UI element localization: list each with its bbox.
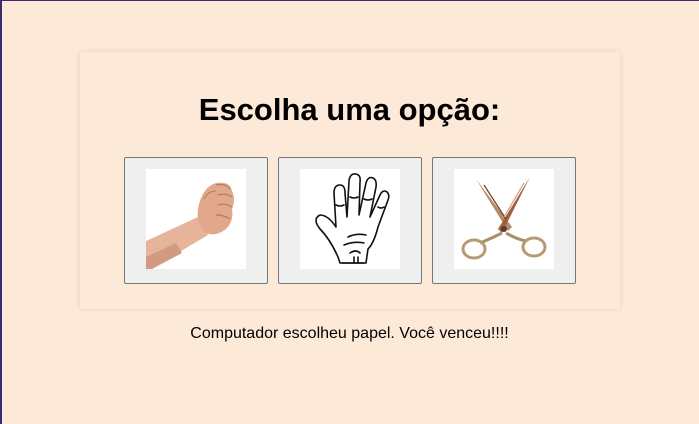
scissors-icon: [454, 169, 554, 269]
paper-hand-icon: [300, 169, 400, 269]
scissors-button[interactable]: [432, 157, 576, 284]
rock-button[interactable]: [124, 157, 268, 284]
result-message: Computador escolheu papel. Você venceu!!…: [190, 325, 509, 342]
page-title: Escolha uma opção:: [198, 92, 501, 127]
paper-button[interactable]: [278, 157, 422, 284]
rock-fist-icon: [146, 169, 246, 269]
